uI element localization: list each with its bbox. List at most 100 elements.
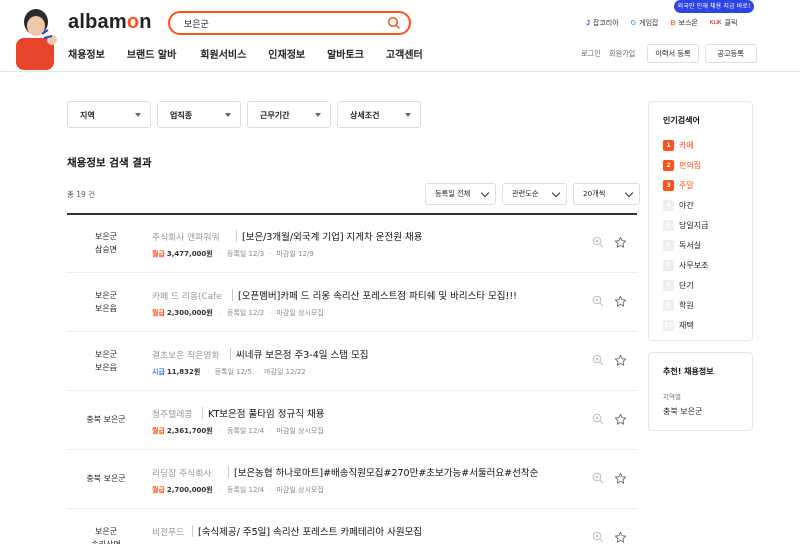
rank-badge: 5 (663, 220, 674, 231)
foreign-talent-promo-badge[interactable]: 외국인 인재 채용 지금 바로! (674, 0, 754, 13)
nav-talent-info[interactable]: 인재정보 (268, 46, 305, 61)
service-jobkorea[interactable]: J 잡코리아 (586, 18, 619, 28)
job-title-link[interactable]: [숙식제공/ 주5일] 속리산 포레스트 카페테리아 사원모집 (198, 524, 422, 538)
popular-keyword-item[interactable]: 2 편의점 (663, 160, 701, 171)
dot-separator: · (219, 309, 222, 317)
service-bossmon[interactable]: B 보스몬 (670, 18, 697, 28)
wage-amount: 2,361,700원 (166, 427, 213, 435)
filter-work-period[interactable]: 근무기간 (247, 101, 331, 128)
popular-keyword-item[interactable]: 4 야간 (663, 200, 694, 211)
company-name[interactable]: 리딩잡 주식회사 (152, 466, 211, 479)
job-location: 충북 보은군 (86, 474, 126, 483)
keyword-label: 독서실 (679, 241, 702, 250)
company-name[interactable]: 카페 드 리옹(Cafe (152, 289, 222, 302)
search-icon[interactable] (387, 16, 401, 30)
company-name[interactable]: 주식회사 앤파워쿼 (152, 230, 220, 243)
zoom-in-icon[interactable] (592, 295, 604, 307)
company-name[interactable]: 청주텔레콤 (152, 407, 192, 420)
star-icon[interactable] (614, 236, 627, 249)
job-title-link[interactable]: [보은/3개월/외국계 기업] 지게차 운전원 채용 (242, 229, 423, 243)
filter-region[interactable]: 지역 (67, 101, 151, 128)
sort-relevance-select[interactable]: 관련도순 (502, 183, 567, 205)
keyword-label: 카페 (679, 141, 694, 150)
nav-customer-center[interactable]: 고객센터 (386, 46, 423, 61)
zoom-in-icon[interactable] (592, 472, 604, 484)
popular-keyword-item[interactable]: 10 재택 (663, 320, 694, 331)
popular-keyword-item[interactable]: 3 주말 (663, 180, 694, 191)
keyword-label: 편의점 (679, 161, 702, 170)
nav-brand-alba[interactable]: 브랜드 알바 (127, 46, 176, 61)
chevron-down-icon (480, 188, 490, 198)
popular-keyword-item[interactable]: 8 단기 (663, 280, 694, 291)
posted-date: 등록일 12/5 (214, 368, 252, 376)
keyword-label: 당일지급 (679, 221, 709, 230)
job-title-link[interactable]: [오픈멤버]카페 드 리옹 속리산 포레스트점 파티쉐 및 바리스타 모집!!! (238, 288, 517, 302)
sort-options: 등록일 전체 관련도순 20개씩 (425, 183, 640, 205)
deadline-date: 마감일 상시모집 (276, 427, 324, 435)
wage-type: 월급 (152, 309, 165, 317)
job-title-link[interactable]: 씨네큐 보은점 주3-4일 스탭 모집 (236, 347, 368, 361)
rank-badge: 1 (663, 140, 674, 151)
keyword-label: 사무보조 (679, 261, 709, 270)
job-title-link[interactable]: KT보은점 풀타임 정규직 채용 (208, 406, 325, 420)
albamon-logo[interactable]: albamon (68, 11, 152, 34)
caret-down-icon (315, 113, 321, 117)
company-name[interactable]: 결초보은 작은영화 (152, 348, 220, 361)
job-row[interactable]: 충북 보은군 청주텔레콤 KT보은점 풀타임 정규직 채용 월급 2,361,700원 ·… (67, 391, 637, 450)
zoom-in-icon[interactable] (592, 531, 604, 543)
resume-register-button[interactable]: 이력서 등록 (647, 44, 699, 63)
login-link[interactable]: 로그인 (581, 49, 601, 59)
company-name[interactable]: 비젼푸드 (152, 525, 184, 538)
sort-date-select[interactable]: 등록일 전체 (425, 183, 496, 205)
row-actions (592, 295, 627, 308)
job-row[interactable]: 보은군 보은읍 카페 드 리옹(Cafe [오픈멤버]카페 드 리옹 속리산 포레스트… (67, 273, 637, 332)
star-icon[interactable] (614, 531, 627, 544)
user-util: 로그인 회원가입 이력서 등록 공고등록 (581, 44, 757, 63)
star-icon[interactable] (614, 413, 627, 426)
search-input[interactable] (184, 15, 379, 31)
row-actions (592, 413, 627, 426)
posted-date: 등록일 12/2 (226, 309, 265, 317)
nav-job-info[interactable]: 채용정보 (68, 46, 105, 61)
job-row[interactable]: 충북 보은군 리딩잡 주식회사 [보은농협 하나로마트]#배송직원모집#270만#초… (67, 450, 637, 509)
deadline-date: 마감일 12/22 (264, 368, 306, 376)
job-row[interactable]: 보은군 보은읍 결초보은 작은영화 씨네큐 보은점 주3-4일 스탭 모집 시급 11,8… (67, 332, 637, 391)
popular-keyword-item[interactable]: 7 사무보조 (663, 260, 708, 271)
job-meta: 월급 2,361,700원 · 등록일 12/4 · 마감일 상시모집 (152, 426, 324, 436)
nav-member-service[interactable]: 회원서비스 (200, 46, 246, 61)
service-klik[interactable]: KLIK 클릭 (710, 18, 738, 28)
dot-separator: · (269, 427, 272, 435)
deadline-date: 마감일 상시모집 (276, 486, 324, 494)
zoom-in-icon[interactable] (592, 236, 604, 248)
job-list: 보은군 삼승면 주식회사 앤파워쿼 [보은/3개월/외국계 기업] 지게차 운전원 채… (67, 214, 637, 544)
popular-keyword-item[interactable]: 1 카페 (663, 140, 694, 151)
popular-keyword-item[interactable]: 5 당일지급 (663, 220, 708, 231)
popular-keyword-item[interactable]: 9 학원 (663, 300, 694, 311)
zoom-in-icon[interactable] (592, 354, 604, 366)
job-row[interactable]: 보은군속리산면 비젼푸드 [숙식제공/ 주5일] 속리산 포레스트 카페테리아 사원… (67, 509, 637, 544)
filter-detail[interactable]: 상세조건 (337, 101, 421, 128)
service-gamejob[interactable]: G 게임잡 (631, 18, 659, 28)
posted-date: 등록일 12/4 (226, 427, 265, 435)
filter-job-type[interactable]: 업직종 (157, 101, 241, 128)
job-meta: 월급 2,300,000원 · 등록일 12/2 · 마감일 상시모집 (152, 308, 324, 318)
job-title-link[interactable]: [보은농협 하나로마트]#배송직원모집#270만#초보가능#서둘러요#선착순 (234, 465, 538, 479)
mascot-image (16, 9, 57, 70)
divider (192, 525, 193, 537)
page-size-select[interactable]: 20개씩 (573, 183, 640, 205)
popular-keyword-item[interactable]: 6 독서실 (663, 240, 701, 251)
recommend-category: 지역별 (663, 393, 681, 401)
nav-alba-talk[interactable]: 알바토크 (327, 46, 364, 61)
posted-date: 등록일 12/3 (226, 250, 265, 258)
dot-separator: · (269, 250, 272, 258)
job-post-button[interactable]: 공고등록 (704, 44, 757, 63)
star-icon[interactable] (614, 472, 627, 485)
job-row[interactable]: 보은군 삼승면 주식회사 앤파워쿼 [보은/3개월/외국계 기업] 지게차 운전원 채… (67, 214, 637, 273)
gamejob-icon: G (630, 19, 637, 27)
recommend-region-link[interactable]: 충북 보은군 (663, 406, 702, 417)
star-icon[interactable] (614, 354, 627, 367)
star-icon[interactable] (614, 295, 627, 308)
zoom-in-icon[interactable] (592, 413, 604, 425)
signup-link[interactable]: 회원가입 (609, 49, 635, 59)
deadline-date: 마감일 상시모집 (276, 309, 324, 317)
